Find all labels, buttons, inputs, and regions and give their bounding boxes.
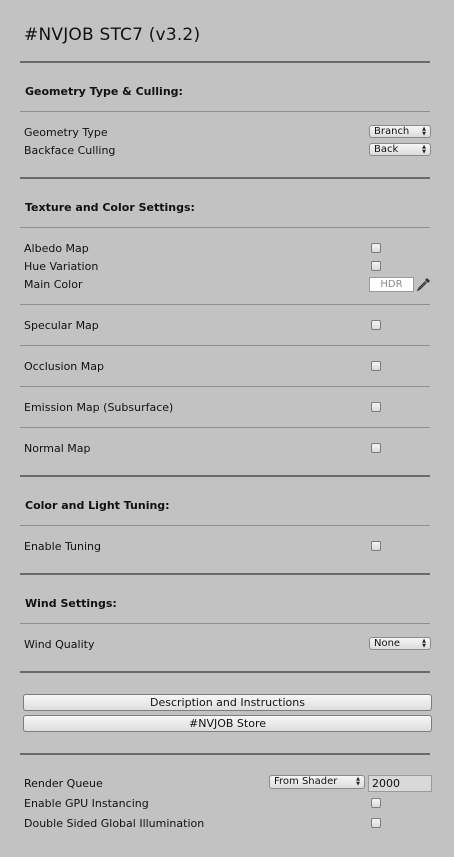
specular-map-checkbox[interactable] [371, 320, 381, 330]
geometry-type-label: Geometry Type [24, 126, 108, 139]
separator [20, 227, 430, 228]
main-color-label: Main Color [24, 278, 83, 291]
occlusion-map-checkbox[interactable] [371, 361, 381, 371]
section-heading-tuning: Color and Light Tuning: [25, 499, 170, 512]
emission-map-checkbox[interactable] [371, 402, 381, 412]
emission-map-label: Emission Map (Subsurface) [24, 401, 174, 414]
double-sided-gi-checkbox[interactable] [371, 818, 381, 828]
separator [20, 623, 430, 624]
separator [20, 345, 430, 346]
separator [20, 475, 430, 477]
eyedropper-icon[interactable] [416, 276, 432, 292]
render-queue-input[interactable]: 2000 [368, 775, 432, 792]
specular-map-label: Specular Map [24, 319, 99, 332]
section-heading-geometry: Geometry Type & Culling: [25, 85, 183, 98]
separator [20, 304, 430, 305]
backface-culling-value: Back [374, 144, 399, 155]
enable-tuning-checkbox[interactable] [371, 541, 381, 551]
geometry-type-dropdown[interactable]: Branch ▲ ▼ [369, 125, 431, 138]
section-heading-texture: Texture and Color Settings: [25, 201, 195, 214]
separator [20, 671, 430, 673]
hue-variation-checkbox[interactable] [371, 261, 381, 271]
enable-tuning-label: Enable Tuning [24, 540, 101, 553]
separator [20, 61, 430, 63]
render-queue-mode-dropdown[interactable]: From Shader ▲ ▼ [269, 775, 365, 789]
wind-quality-label: Wind Quality [24, 638, 95, 651]
gpu-instancing-checkbox[interactable] [371, 798, 381, 808]
albedo-map-checkbox[interactable] [371, 243, 381, 253]
render-queue-label: Render Queue [24, 777, 103, 790]
description-instructions-button[interactable]: Description and Instructions [23, 694, 432, 711]
separator [20, 177, 430, 179]
wind-quality-dropdown[interactable]: None ▲ ▼ [369, 637, 431, 650]
separator [20, 525, 430, 526]
updown-arrow-icon: ▲ ▼ [422, 126, 426, 137]
separator [20, 386, 430, 387]
wind-quality-value: None [374, 638, 401, 649]
hue-variation-label: Hue Variation [24, 260, 99, 273]
nvjob-store-button[interactable]: #NVJOB Store [23, 715, 432, 732]
updown-arrow-icon: ▲ ▼ [422, 638, 426, 649]
updown-arrow-icon: ▲ ▼ [356, 776, 360, 787]
separator [20, 573, 430, 575]
backface-culling-dropdown[interactable]: Back ▲ ▼ [369, 143, 431, 156]
normal-map-checkbox[interactable] [371, 443, 381, 453]
updown-arrow-icon: ▲ ▼ [422, 144, 426, 155]
double-sided-gi-label: Double Sided Global Illumination [24, 817, 205, 830]
gpu-instancing-label: Enable GPU Instancing [24, 797, 149, 810]
section-heading-wind: Wind Settings: [25, 597, 117, 610]
separator [20, 111, 430, 112]
separator [20, 753, 430, 755]
backface-culling-label: Backface Culling [24, 144, 116, 157]
albedo-map-label: Albedo Map [24, 242, 89, 255]
main-color-field[interactable]: HDR [369, 277, 414, 292]
render-queue-mode-value: From Shader [274, 776, 338, 787]
geometry-type-value: Branch [374, 126, 410, 137]
occlusion-map-label: Occlusion Map [24, 360, 104, 373]
inspector-title: #NVJOB STC7 (v3.2) [24, 25, 201, 45]
normal-map-label: Normal Map [24, 442, 91, 455]
separator [20, 427, 430, 428]
